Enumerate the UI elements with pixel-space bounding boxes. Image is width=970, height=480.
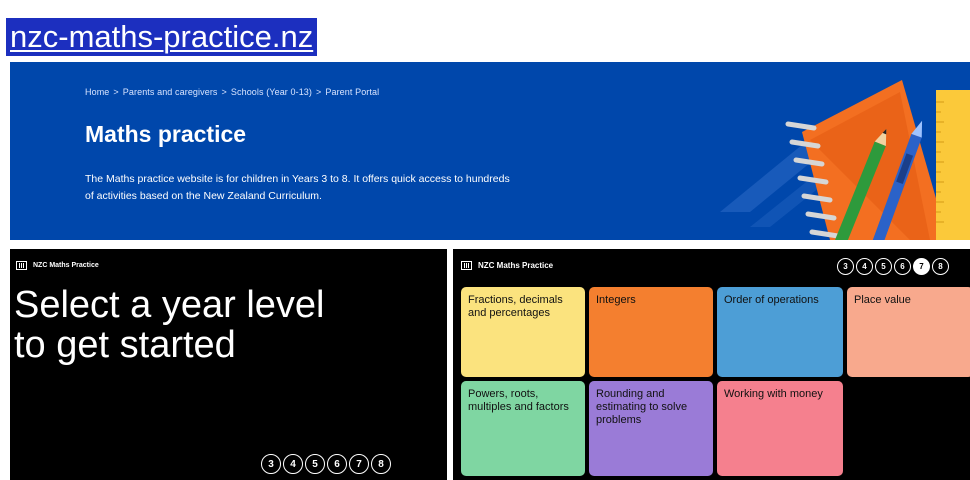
year-8-button[interactable]: 8 (371, 454, 391, 474)
year-3-button[interactable]: 3 (261, 454, 281, 474)
breadcrumb-parent-portal[interactable]: Parent Portal (325, 87, 379, 97)
brand-name: NZC Maths Practice (478, 261, 554, 270)
year-7-button[interactable]: 7 (349, 454, 369, 474)
brand-name: NZC Maths Practice (33, 262, 99, 269)
year-4-button[interactable]: 4 (856, 258, 873, 275)
abacus-icon (16, 261, 27, 270)
year-3-button[interactable]: 3 (837, 258, 854, 275)
year-select-panel: NZC Maths Practice Select a year level t… (10, 249, 447, 480)
topic-grid-empty-cell (847, 381, 970, 476)
breadcrumb-home[interactable]: Home (85, 87, 109, 97)
year-level-selector: 3 4 5 6 7 8 (837, 258, 949, 275)
select-year-heading: Select a year level to get started (14, 285, 434, 365)
topic-order-of-operations[interactable]: Order of operations (717, 287, 843, 377)
topic-powers-roots-multiples-factors[interactable]: Powers, roots, multiples and factors (461, 381, 585, 476)
select-year-heading-line2: to get started (14, 324, 236, 366)
year-5-button[interactable]: 5 (305, 454, 325, 474)
year-level-selector: 3 4 5 6 7 8 (261, 454, 391, 474)
breadcrumb-schools[interactable]: Schools (Year 0-13) (231, 87, 312, 97)
brand: NZC Maths Practice (461, 261, 553, 270)
breadcrumb-separator: > (316, 87, 322, 97)
select-year-heading-line1: Select a year level (14, 284, 325, 326)
topic-integers[interactable]: Integers (589, 287, 713, 377)
year-7-button-selected[interactable]: 7 (913, 258, 930, 275)
breadcrumb: Home > Parents and caregivers > Schools (Yea… (85, 87, 379, 97)
year-5-button[interactable]: 5 (875, 258, 892, 275)
topic-place-value[interactable]: Place value (847, 287, 970, 377)
breadcrumb-parents[interactable]: Parents and caregivers (123, 87, 218, 97)
page-description: The Maths practice website is for childr… (85, 173, 510, 202)
stationery-illustration (720, 80, 970, 240)
ruler (936, 90, 970, 240)
topic-fractions-decimals-percentages[interactable]: Fractions, decimals and percentages (461, 287, 585, 377)
topic-working-with-money[interactable]: Working with money (717, 381, 843, 476)
year-4-button[interactable]: 4 (283, 454, 303, 474)
year-8-button[interactable]: 8 (932, 258, 949, 275)
year-6-button[interactable]: 6 (894, 258, 911, 275)
page-title: Maths practice (85, 121, 247, 147)
year-6-button[interactable]: 6 (327, 454, 347, 474)
topic-rounding-estimating[interactable]: Rounding and estimating to solve problem… (589, 381, 713, 476)
hero-banner: Home > Parents and caregivers > Schools (Yea… (10, 62, 970, 240)
breadcrumb-separator: > (113, 87, 119, 97)
brand: NZC Maths Practice (16, 261, 99, 270)
topic-grid: Fractions, decimals and percentages Inte… (461, 287, 970, 476)
topic-select-panel: NZC Maths Practice 3 4 5 6 7 8 Fractions… (453, 249, 970, 480)
breadcrumb-separator: > (221, 87, 227, 97)
abacus-icon (461, 261, 472, 270)
site-url-link[interactable]: nzc-maths-practice.nz (6, 18, 318, 56)
